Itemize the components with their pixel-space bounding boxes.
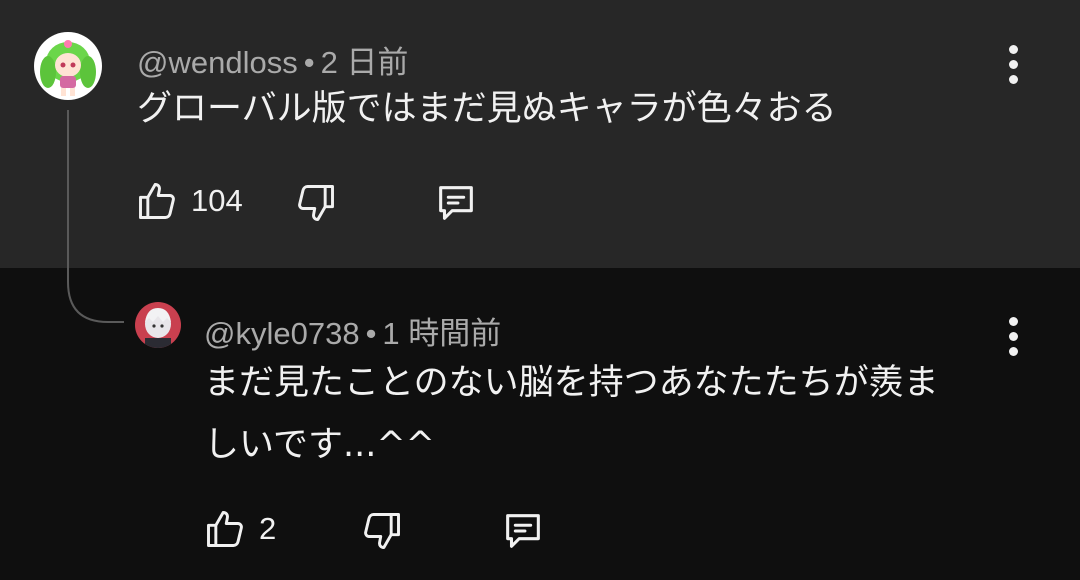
reply-time[interactable]: 1 時間前 [382,316,501,351]
thumbs-down-icon [298,185,334,221]
avatar[interactable] [34,32,102,100]
dislike-button[interactable] [360,508,404,554]
meta-separator: • [303,45,315,80]
comment-text: グローバル版ではまだ見ぬキャラが色々おる [137,89,837,129]
comment-icon [439,186,473,220]
comment-author[interactable]: @wendloss [137,45,298,80]
reply-text-line: しいです...^^ [204,425,435,465]
comment-meta: @wendloss • 2 日前 [137,37,408,82]
reply-avatar[interactable] [135,302,181,348]
reply-button[interactable] [499,508,547,554]
like-button[interactable]: 104 [135,178,243,224]
like-button[interactable]: 2 [203,506,276,552]
more-vert-icon[interactable] [998,306,1028,366]
thumbs-down-icon [364,513,400,549]
reply-author[interactable]: @kyle0738 [204,316,360,351]
reply-text: まだ見たことのない脳を持つあなたたちが羨ま しいです...^^ [204,352,939,476]
reply-text-line: まだ見たことのない脳を持つあなたたちが羨ま [204,363,939,403]
comment-icon [506,514,540,548]
reply-button[interactable] [432,180,480,226]
more-vert-icon[interactable] [998,34,1028,94]
comment-time[interactable]: 2 日前 [321,45,409,80]
dislike-button[interactable] [294,180,338,226]
thumbs-up-icon [207,511,243,547]
meta-separator: • [365,316,377,351]
reply-meta: @kyle0738 • 1 時間前 [204,308,501,353]
thumbs-up-icon [139,183,175,219]
like-count: 104 [191,183,243,218]
like-count: 2 [259,511,277,546]
